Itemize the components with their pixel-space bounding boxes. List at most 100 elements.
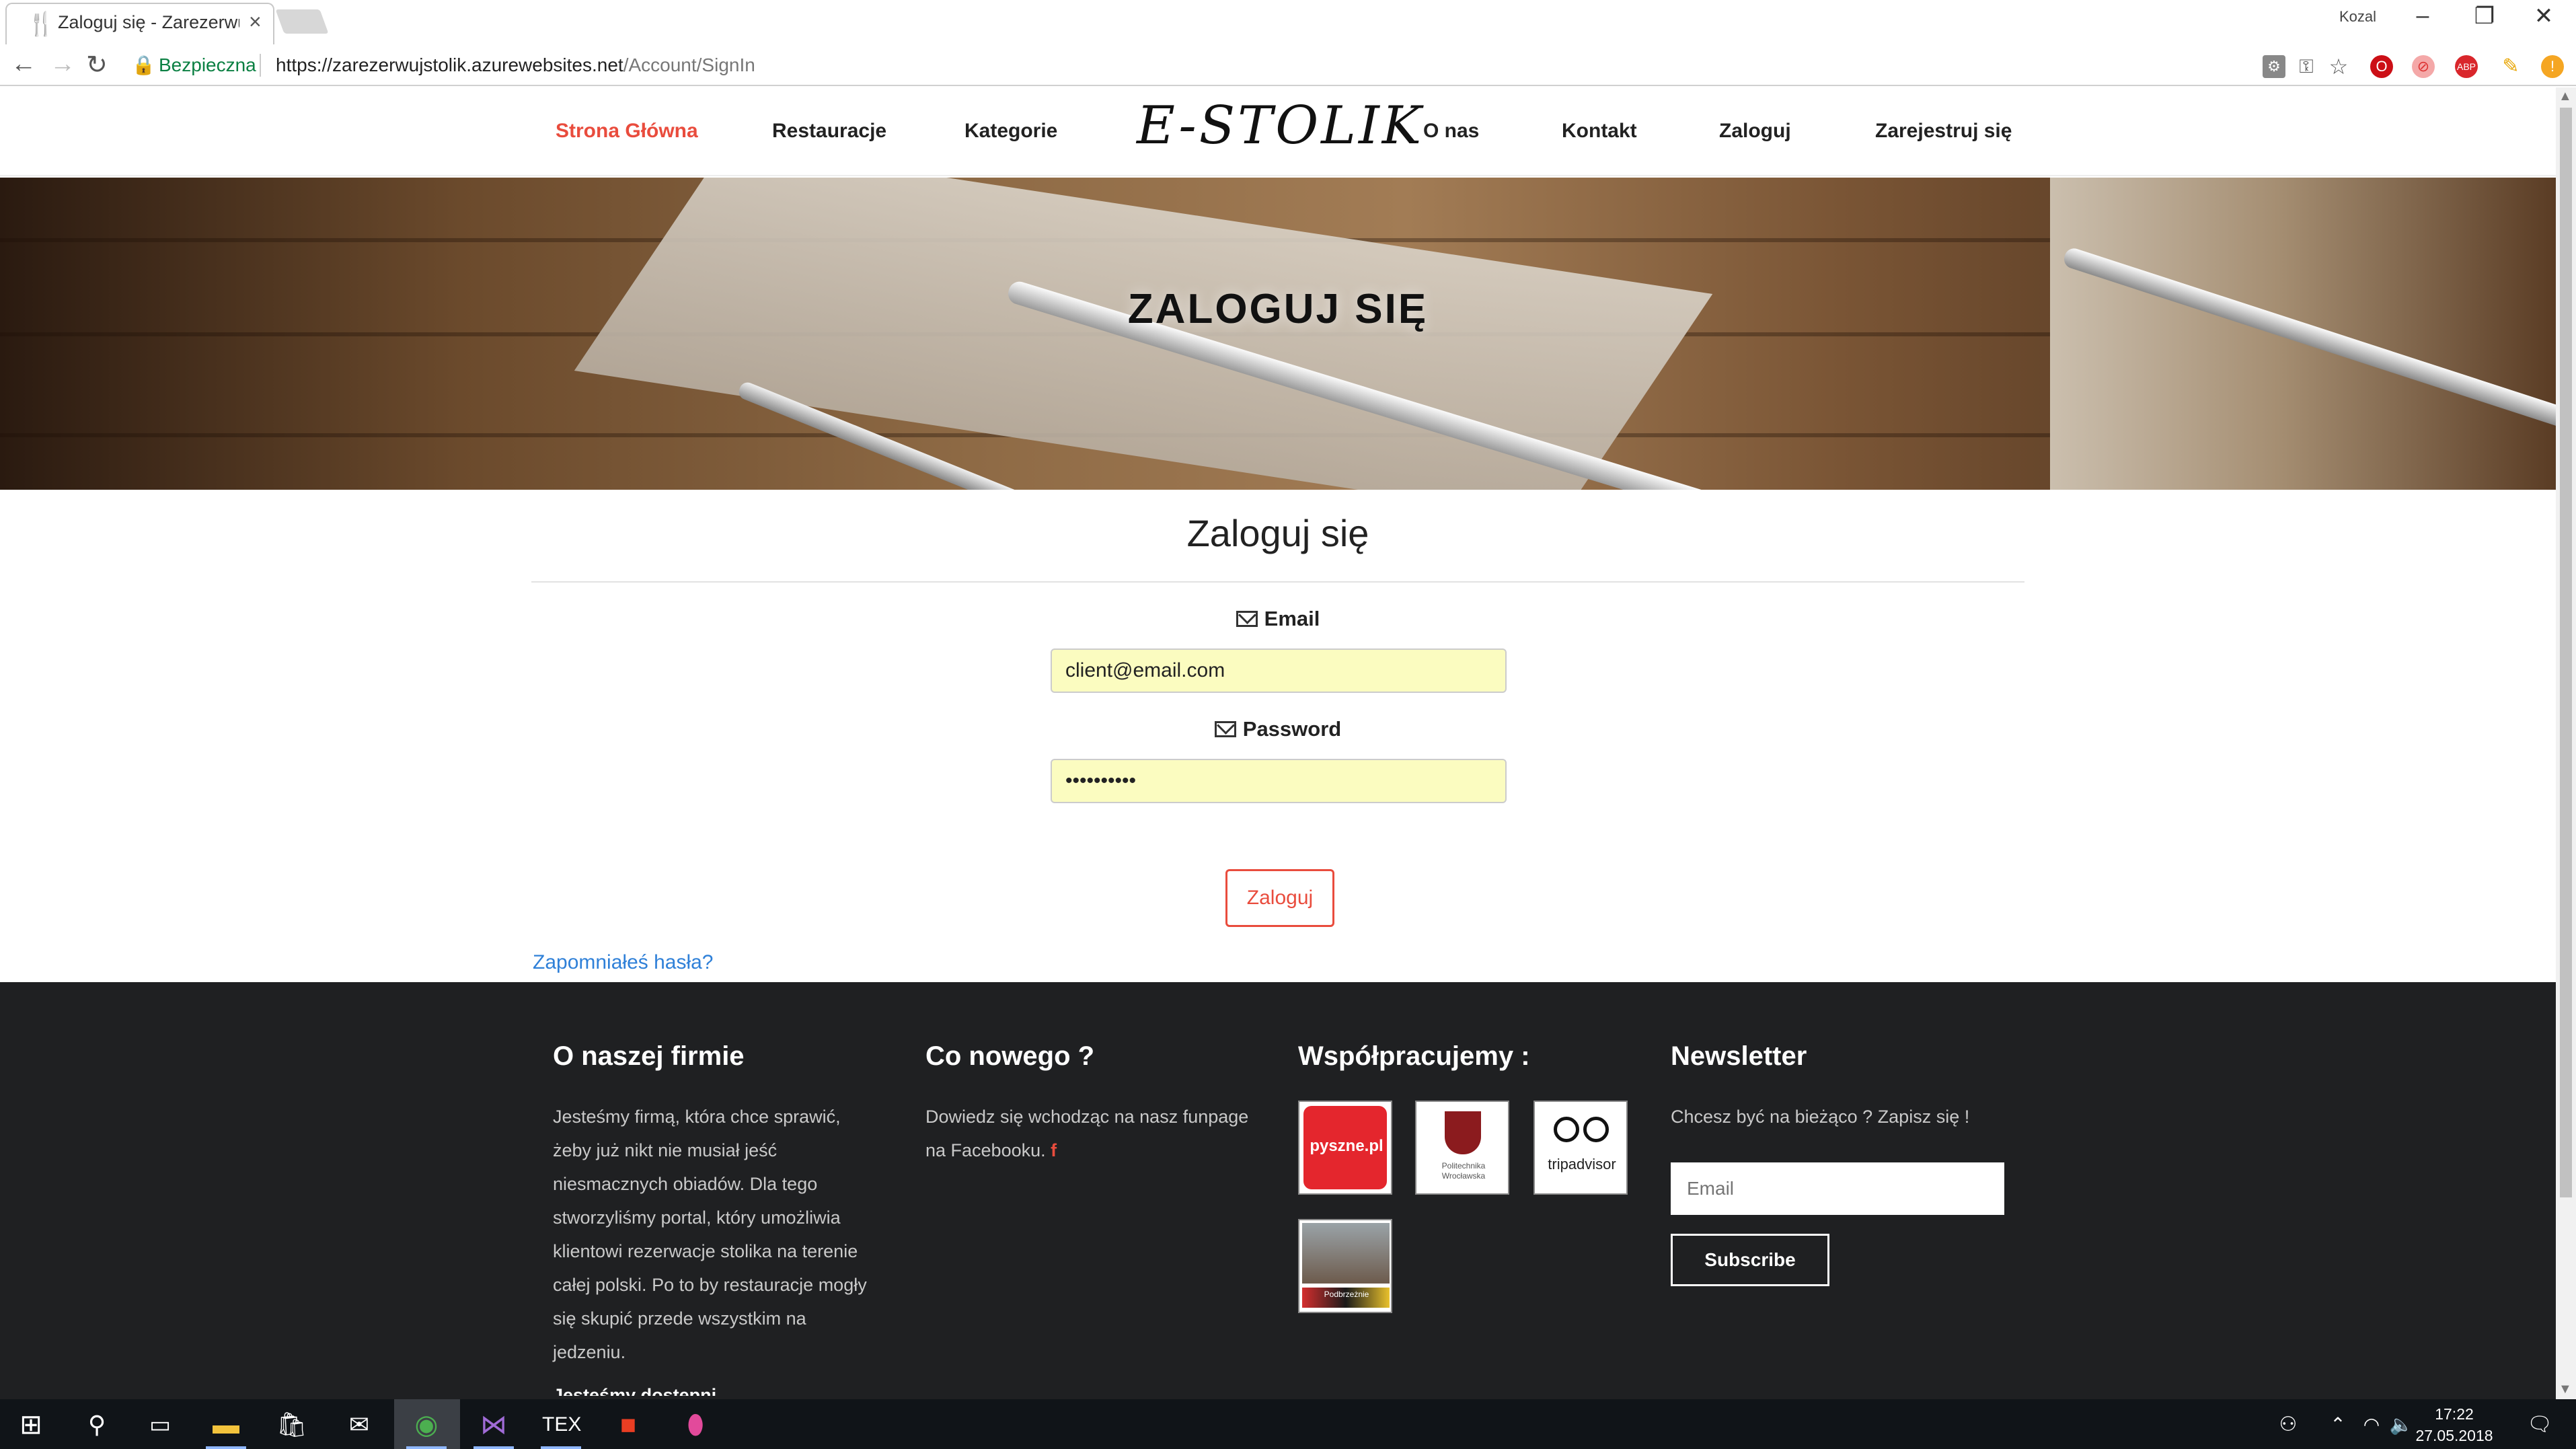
file-explorer-icon[interactable]: ▬ [207,1406,245,1444]
browser-tab-strip: 🍴 Zaloguj się - Zarezerwuj S × Kozal – ❐… [0,0,2576,44]
email-label: Email [0,607,2556,631]
browser-toolbar: ← → ↻ 🔒 Bezpieczna https://zarezerwujsto… [0,44,2576,86]
pen-extension-icon[interactable]: ✎ [2499,55,2522,78]
email-label-text: Email [1264,607,1320,630]
footer-news: Co nowego ? Dowiedz się wchodząc na nasz… [925,1041,1262,1167]
partner-tripadvisor-logo[interactable]: tripadvisor [1533,1101,1628,1195]
running-indicator [406,1446,447,1449]
url-text: https://zarezerwujstolik.azurewebsites.n… [276,54,755,76]
secure-label: Bezpieczna [159,54,256,75]
tab-title: Zaloguj się - Zarezerwuj S [58,12,239,32]
hero-image-repeat [2050,178,2556,490]
notifications-icon[interactable]: 🗨 [2521,1406,2559,1444]
reload-icon[interactable]: ↻ [86,50,108,80]
owl-eye-icon [1583,1117,1609,1142]
forgot-password-link[interactable]: Zapomniałeś hasła? [533,951,714,974]
footer-about: O naszej firmie Jesteśmy firmą, która ch… [553,1041,889,1396]
site-navigation: Strona Główna Restauracje Kategorie E-ST… [0,87,2556,176]
search-icon[interactable]: ⚲ [78,1406,116,1444]
address-bar[interactable]: 🔒 Bezpieczna https://zarezerwujstolik.az… [125,48,2264,82]
close-window-icon[interactable]: ✕ [2524,3,2564,30]
browser-tab[interactable]: 🍴 Zaloguj się - Zarezerwuj S × [5,3,274,44]
scroll-down-icon[interactable]: ▼ [2559,1382,2572,1397]
warning-extension-icon[interactable]: ! [2541,55,2564,78]
key-icon[interactable]: ⚿ [2295,55,2318,78]
opera-extension-icon[interactable]: O [2370,55,2393,78]
footer-news-text: Dowiedz się wchodząc na nasz funpage na … [925,1107,1249,1160]
footer-partners-title: Współpracujemy : [1298,1041,1530,1071]
forward-icon[interactable]: → [50,50,75,79]
tripadvisor-logo-text: tripadvisor [1548,1156,1616,1173]
nav-register[interactable]: Zarejestruj się [1875,120,2012,143]
system-clock[interactable]: 17:22 27.05.2018 [2411,1403,2498,1446]
partner-podbrzeznie-logo[interactable]: Podbrzeżnie [1298,1219,1392,1313]
footer-news-text-block: Dowiedz się wchodząc na nasz funpage na … [925,1100,1262,1167]
footer-about-cut-text: Jesteśmy dostępni [553,1385,717,1396]
password-field[interactable] [1051,759,1507,803]
nav-login[interactable]: Zaloguj [1719,120,1791,143]
page-scrollbar[interactable]: ▲ ▼ [2556,87,2576,1399]
url-host: https://zarezerwujstolik.azurewebsites.n… [276,54,623,75]
store-icon[interactable]: 🛍 [273,1406,311,1444]
chevron-up-icon[interactable]: ⌃ [2319,1406,2357,1444]
clock-time: 17:22 [2435,1405,2474,1423]
fork-knife-favicon-icon: 🍴 [27,11,56,37]
restore-icon[interactable]: ❐ [2464,3,2505,30]
bookmark-star-icon[interactable]: ☆ [2327,55,2350,78]
footer-newsletter-title: Newsletter [1671,1041,1807,1071]
maps-pin-icon[interactable]: ⬮ [677,1406,714,1444]
podbrzeznie-logo-text: Podbrzeżnie [1324,1290,1369,1299]
back-icon[interactable]: ← [11,50,36,79]
footer-news-title: Co nowego ? [925,1041,1095,1071]
partner-pwr-logo[interactable]: Politechnika Wrocławska [1415,1101,1509,1195]
login-button[interactable]: Zaloguj [1225,869,1334,927]
subscribe-button[interactable]: Subscribe [1671,1234,1829,1286]
nav-home[interactable]: Strona Główna [556,120,698,143]
task-view-icon[interactable]: ▭ [141,1406,179,1444]
login-heading: Zaloguj się [1186,512,1369,554]
nav-restaurants[interactable]: Restauracje [772,120,886,143]
nav-contact[interactable]: Kontakt [1562,120,1637,143]
nav-about[interactable]: O nas [1423,120,1479,143]
footer-about-text: Jesteśmy firmą, która chce sprawić, żeby… [553,1107,867,1362]
scroll-up-icon[interactable]: ▲ [2559,89,2572,104]
facebook-icon[interactable]: f [1051,1140,1057,1160]
envelope-icon [1236,611,1258,627]
divider [531,581,2024,583]
running-indicator [206,1446,246,1449]
partner-pyszne-logo[interactable]: pyszne.pl [1298,1101,1392,1195]
running-indicator [541,1446,581,1449]
password-label-text: Password [1242,717,1342,741]
clock-date: 27.05.2018 [2415,1427,2493,1444]
tex-editor-icon[interactable]: TEX [542,1406,581,1444]
envelope-icon [1214,721,1236,737]
owl-eye-icon [1554,1117,1579,1142]
footer-about-title: O naszej firmie [553,1041,745,1071]
footer-newsletter: Newsletter Chcesz być na bieżąco ? Zapis… [1671,1041,2007,1286]
footer-partners: Współpracujemy : pyszne.pl Politechnika … [1298,1041,1634,1313]
windows-start-icon[interactable]: ⊞ [12,1406,50,1444]
chrome-icon[interactable]: ◉ [408,1406,445,1444]
minimize-icon[interactable]: – [2402,3,2443,29]
newsletter-email-input[interactable] [1671,1162,2004,1215]
mail-icon[interactable]: ✉ [340,1406,378,1444]
email-field[interactable] [1051,648,1507,693]
footer: O naszej firmie Jesteśmy firmą, która ch… [0,982,2556,1399]
close-tab-icon[interactable]: × [249,9,262,34]
nav-categories[interactable]: Kategorie [964,120,1057,143]
running-indicator [473,1446,514,1449]
url-path: /Account/SignIn [623,54,755,75]
profile-name[interactable]: Kozal [2339,8,2376,26]
knife-image [2061,246,2556,453]
pwr-logo-text: Politechnika Wrocławska [1441,1161,1486,1181]
new-tab-button[interactable] [275,9,329,34]
office-icon[interactable]: ■ [609,1406,647,1444]
site-logo[interactable]: E-STOLIK [1137,96,1424,156]
people-icon[interactable]: ⚇ [2269,1406,2307,1444]
scrollbar-thumb[interactable] [2560,108,2572,1197]
hero-title: ZALOGUJ SIĘ [1127,286,1429,332]
adblock-icon[interactable]: ABP [2455,55,2478,78]
cookie-extension-icon[interactable]: ⚙ [2263,55,2285,78]
visual-studio-icon[interactable]: ⋈ [475,1406,513,1444]
blocked-extension-icon[interactable]: ⊘ [2412,55,2435,78]
